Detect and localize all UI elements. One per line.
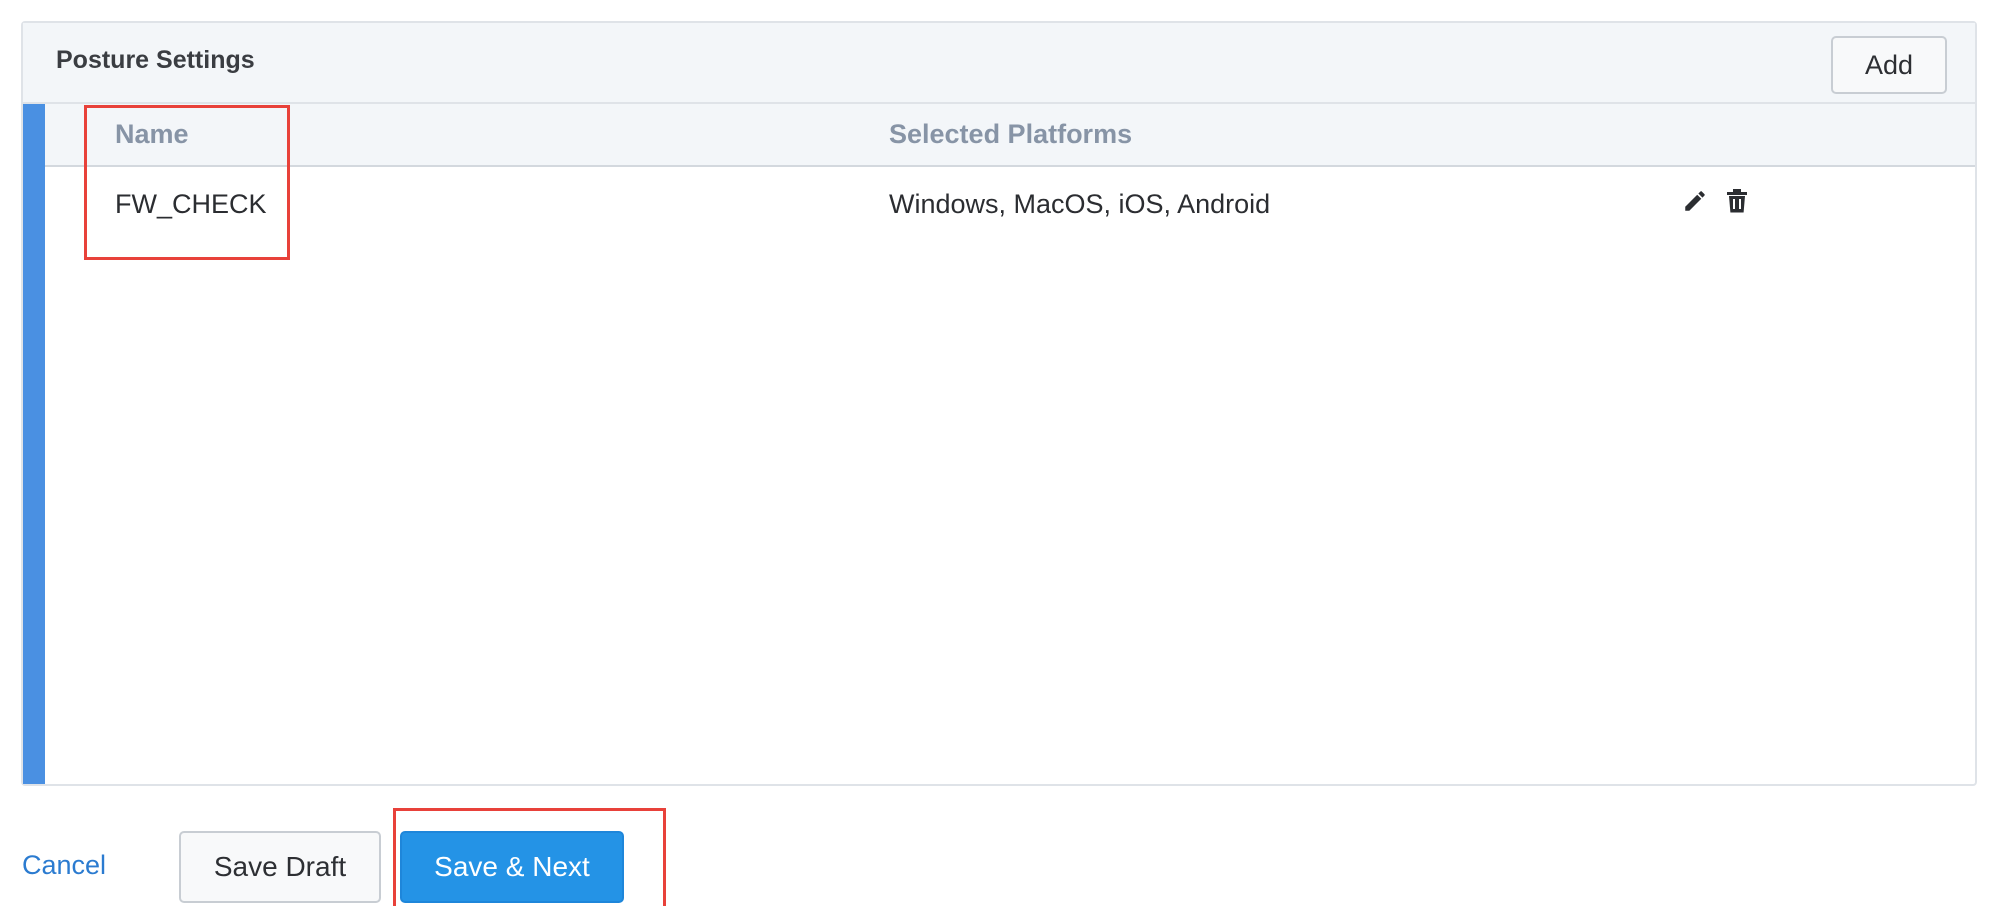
pencil-icon[interactable] <box>1682 187 1708 215</box>
table-row: FW_CHECK Windows, MacOS, iOS, Android <box>45 167 1975 231</box>
column-header-selected-platforms: Selected Platforms <box>889 119 1133 149</box>
row-platforms: Windows, MacOS, iOS, Android <box>889 189 1271 219</box>
row-actions <box>1682 187 1750 215</box>
save-and-next-button[interactable]: Save & Next <box>400 831 624 903</box>
cancel-link[interactable]: Cancel <box>22 850 106 881</box>
table-header: Name Selected Platforms <box>45 104 1975 167</box>
wizard-page: Posture Settings Add Name Selected Platf… <box>0 0 2002 906</box>
save-draft-button[interactable]: Save Draft <box>179 831 381 903</box>
selection-accent-bar <box>23 104 45 784</box>
trash-icon[interactable] <box>1724 187 1750 215</box>
panel-title: Posture Settings <box>56 46 255 74</box>
posture-settings-panel: Posture Settings Add Name Selected Platf… <box>21 21 1977 786</box>
add-button[interactable]: Add <box>1831 36 1947 94</box>
column-header-name: Name <box>115 119 189 149</box>
row-name: FW_CHECK <box>115 189 267 219</box>
panel-header: Posture Settings Add <box>23 23 1975 104</box>
